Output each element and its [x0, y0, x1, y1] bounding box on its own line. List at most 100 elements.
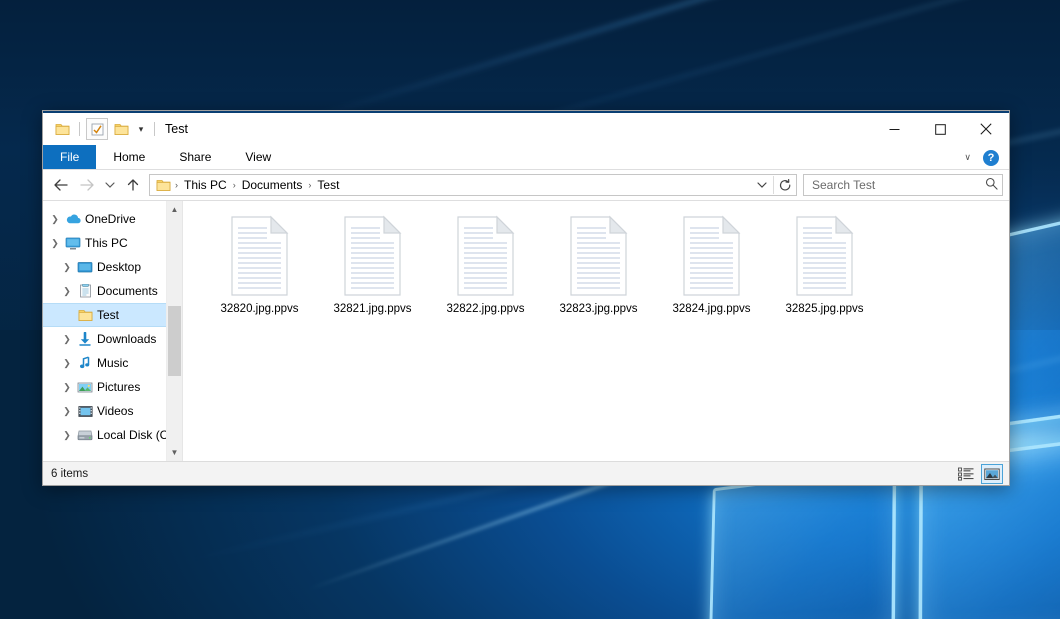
breadcrumb-separator: › — [174, 180, 179, 190]
sidebar-item-label: Desktop — [95, 260, 141, 274]
videos-icon — [75, 405, 95, 418]
tab-view[interactable]: View — [228, 145, 288, 169]
chevron-right-icon[interactable]: ❯ — [59, 334, 75, 345]
list-item[interactable]: 32821.jpg.ppvs — [316, 211, 429, 315]
sidebar-item-downloads[interactable]: ❯ Downloads — [43, 327, 182, 351]
breadcrumb-documents[interactable]: Documents — [238, 175, 307, 195]
title-bar: ▾ Test — [43, 113, 1009, 145]
breadcrumb-folder-icon[interactable] — [154, 179, 173, 192]
generic-document-icon — [342, 215, 404, 297]
downloads-icon — [75, 332, 95, 346]
sidebar-item-this-pc[interactable]: ❯ This PC — [43, 231, 182, 255]
tab-home[interactable]: Home — [96, 145, 162, 169]
tab-file[interactable]: File — [43, 145, 96, 169]
breadcrumb-this-pc[interactable]: This PC — [180, 175, 231, 195]
scroll-up-icon[interactable]: ▲ — [167, 201, 182, 218]
recent-locations-button[interactable] — [101, 173, 119, 197]
list-item[interactable]: 32822.jpg.ppvs — [429, 211, 542, 315]
toolbar-separator — [154, 122, 155, 136]
file-list-pane[interactable]: 32820.jpg.ppvs — [183, 201, 1009, 461]
ribbon-right-controls: ∨ ? — [958, 145, 1005, 170]
desktop-wallpaper: ▾ Test File Home Share View — [0, 0, 1060, 619]
list-item[interactable]: 32825.jpg.ppvs — [768, 211, 881, 315]
generic-document-icon — [229, 215, 291, 297]
up-button[interactable] — [121, 173, 145, 197]
search-box[interactable]: Search Test — [803, 174, 1003, 196]
sidebar-item-onedrive[interactable]: ❯ OneDrive — [43, 207, 182, 231]
search-icon[interactable] — [985, 177, 998, 193]
new-folder-icon[interactable] — [110, 118, 132, 140]
window-controls — [871, 113, 1009, 145]
sidebar-item-desktop[interactable]: ❯ Desktop — [43, 255, 182, 279]
breadcrumb-test[interactable]: Test — [313, 175, 343, 195]
window-body: ❯ OneDrive ❯ — [43, 200, 1009, 461]
onedrive-icon — [63, 213, 83, 225]
chevron-right-icon[interactable]: ❯ — [59, 430, 75, 441]
folder-icon — [75, 309, 95, 322]
sidebar-item-label: Pictures — [95, 380, 140, 394]
chevron-right-icon[interactable]: ❯ — [59, 358, 75, 369]
file-grid: 32820.jpg.ppvs — [203, 211, 1009, 315]
chevron-down-icon[interactable]: ❯ — [47, 238, 63, 249]
item-count-label: 6 items — [51, 468, 88, 480]
customize-quick-access-caret[interactable]: ▾ — [134, 124, 148, 135]
search-input[interactable]: Search Test — [812, 178, 985, 192]
scroll-down-icon[interactable]: ▼ — [167, 444, 182, 461]
file-explorer-window: ▾ Test File Home Share View — [42, 110, 1010, 486]
list-item[interactable]: 32824.jpg.ppvs — [655, 211, 768, 315]
properties-icon[interactable] — [86, 118, 108, 140]
generic-document-icon — [794, 215, 856, 297]
chevron-right-icon[interactable]: ❯ — [59, 406, 75, 417]
ribbon-tab-bar: File Home Share View ∨ ? — [43, 145, 1009, 170]
music-icon — [75, 356, 95, 370]
address-bar-row: › This PC › Documents › Test — [43, 170, 1009, 200]
chevron-right-icon[interactable]: ❯ — [59, 262, 75, 273]
scrollbar-thumb[interactable] — [168, 306, 181, 376]
chevron-down-icon[interactable] — [751, 175, 773, 195]
sidebar-item-pictures[interactable]: ❯ Pictures — [43, 375, 182, 399]
chevron-right-icon[interactable]: ❯ — [47, 214, 63, 225]
help-icon[interactable]: ? — [983, 150, 999, 166]
details-view-button[interactable] — [955, 464, 977, 484]
thispc-icon — [63, 237, 83, 250]
maximize-button[interactable] — [917, 113, 963, 145]
list-item[interactable]: 32820.jpg.ppvs — [203, 211, 316, 315]
large-icons-view-button[interactable] — [981, 464, 1003, 484]
generic-document-icon — [568, 215, 630, 297]
refresh-icon[interactable] — [774, 175, 796, 195]
quick-access-toolbar: ▾ — [43, 118, 159, 140]
sidebar-item-label: Local Disk (C:) — [95, 428, 176, 442]
chevron-down-icon[interactable]: ∨ — [958, 152, 977, 163]
window-title: Test — [165, 122, 188, 136]
address-bar[interactable]: › This PC › Documents › Test — [149, 174, 797, 196]
pictures-icon — [75, 381, 95, 394]
folder-icon[interactable] — [51, 118, 73, 140]
status-bar: 6 items — [43, 461, 1009, 485]
generic-document-icon — [681, 215, 743, 297]
file-name-label: 32820.jpg.ppvs — [220, 303, 298, 315]
sidebar-item-label: Music — [95, 356, 128, 370]
tab-share[interactable]: Share — [162, 145, 228, 169]
address-bar-buttons — [751, 175, 796, 195]
sidebar-item-test[interactable]: Test — [43, 303, 182, 327]
sidebar-scrollbar[interactable]: ▲ ▼ — [166, 201, 182, 461]
sidebar-item-videos[interactable]: ❯ Videos — [43, 399, 182, 423]
sidebar-item-local-disk-c[interactable]: ❯ Local Disk (C:) — [43, 423, 182, 447]
file-name-label: 32825.jpg.ppvs — [785, 303, 863, 315]
breadcrumb-separator: › — [307, 180, 312, 190]
harddisk-icon — [75, 429, 95, 441]
file-name-label: 32824.jpg.ppvs — [672, 303, 750, 315]
minimize-button[interactable] — [871, 113, 917, 145]
scrollbar-track[interactable] — [167, 218, 182, 444]
desktop-icon — [75, 261, 95, 274]
sidebar-item-documents[interactable]: ❯ Documents — [43, 279, 182, 303]
list-item[interactable]: 32823.jpg.ppvs — [542, 211, 655, 315]
chevron-right-icon[interactable]: ❯ — [59, 382, 75, 393]
back-button[interactable] — [49, 173, 73, 197]
close-button[interactable] — [963, 113, 1009, 145]
sidebar-item-label: OneDrive — [83, 212, 136, 226]
chevron-down-icon[interactable]: ❯ — [59, 286, 75, 297]
sidebar-item-music[interactable]: ❯ Music — [43, 351, 182, 375]
sidebar-item-label: Test — [95, 308, 119, 322]
forward-button[interactable] — [75, 173, 99, 197]
